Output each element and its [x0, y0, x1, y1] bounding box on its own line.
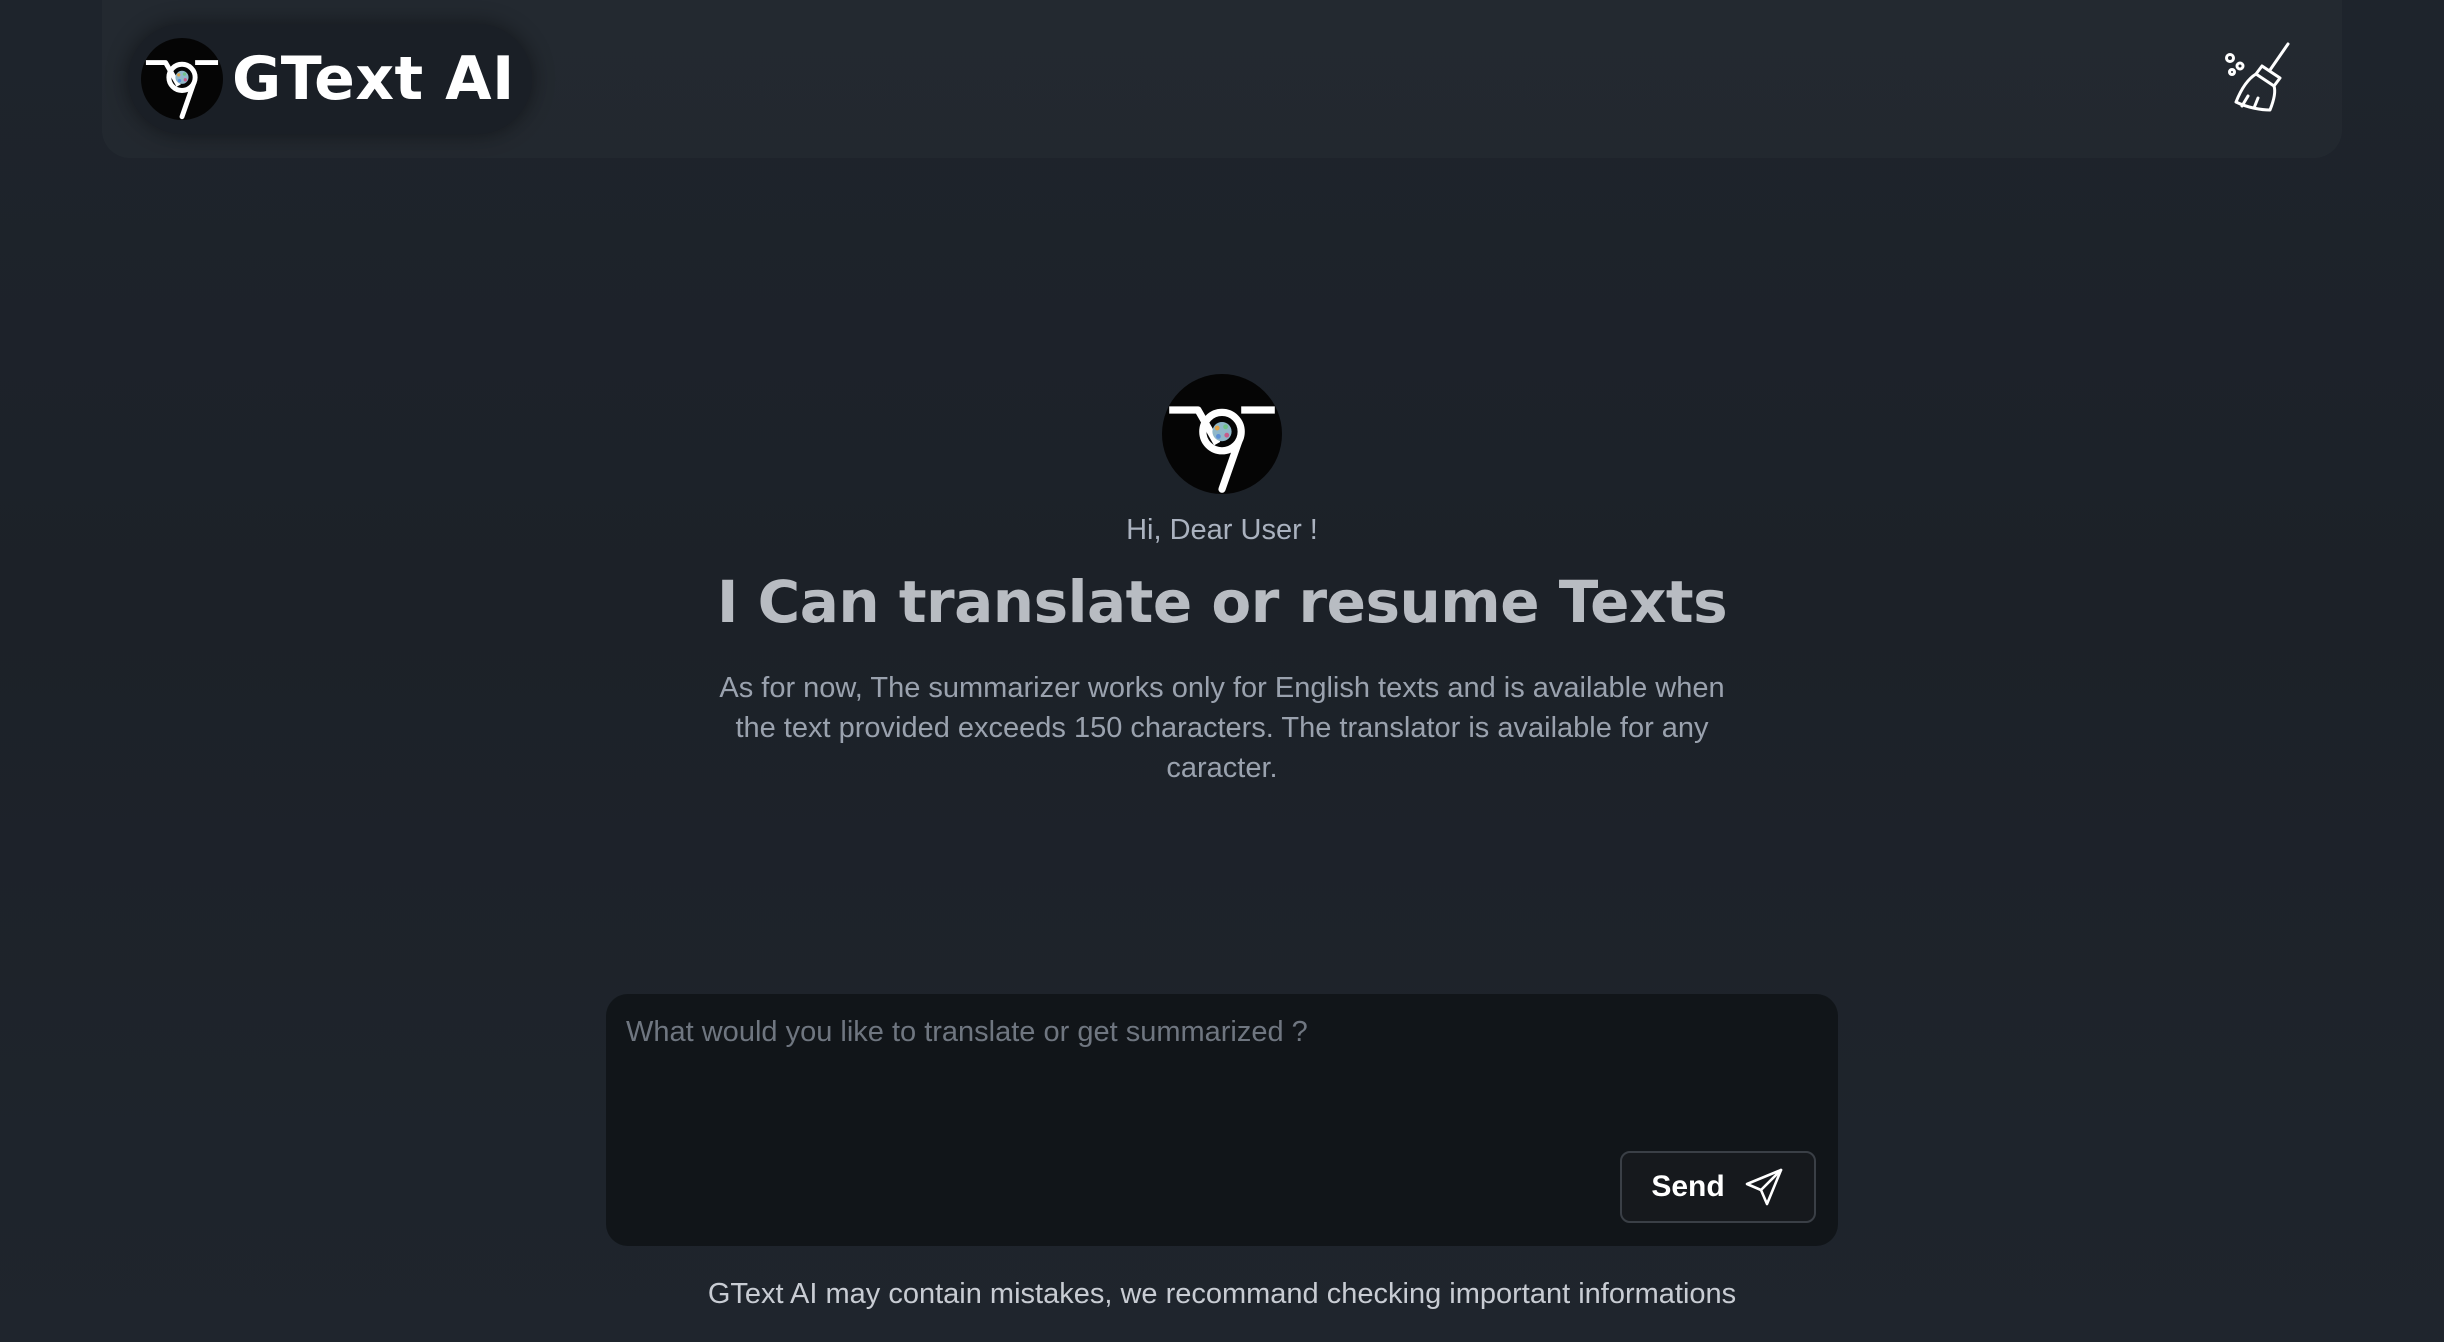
paper-plane-icon: [1745, 1168, 1782, 1206]
brand-badge[interactable]: GText AI: [128, 24, 532, 134]
disclaimer-text: GText AI may contain mistakes, we recomm…: [707, 1278, 1737, 1310]
message-composer: Send: [606, 994, 1838, 1246]
hero-logo-icon: [1162, 374, 1282, 494]
send-button-label: Send: [1651, 1170, 1725, 1203]
headline: I Can translate or resume Texts: [716, 568, 1728, 636]
send-button[interactable]: Send: [1620, 1151, 1816, 1223]
broom-icon: [2225, 42, 2290, 112]
app-logo-icon: [141, 38, 223, 120]
greeting-text: Hi, Dear User !: [1126, 514, 1318, 546]
prompt-input[interactable]: [626, 1016, 1806, 1136]
intro-description: As for now, The summarizer works only fo…: [719, 672, 1725, 784]
clear-chat-button[interactable]: [2218, 36, 2302, 120]
app-title: GText AI: [232, 44, 515, 114]
